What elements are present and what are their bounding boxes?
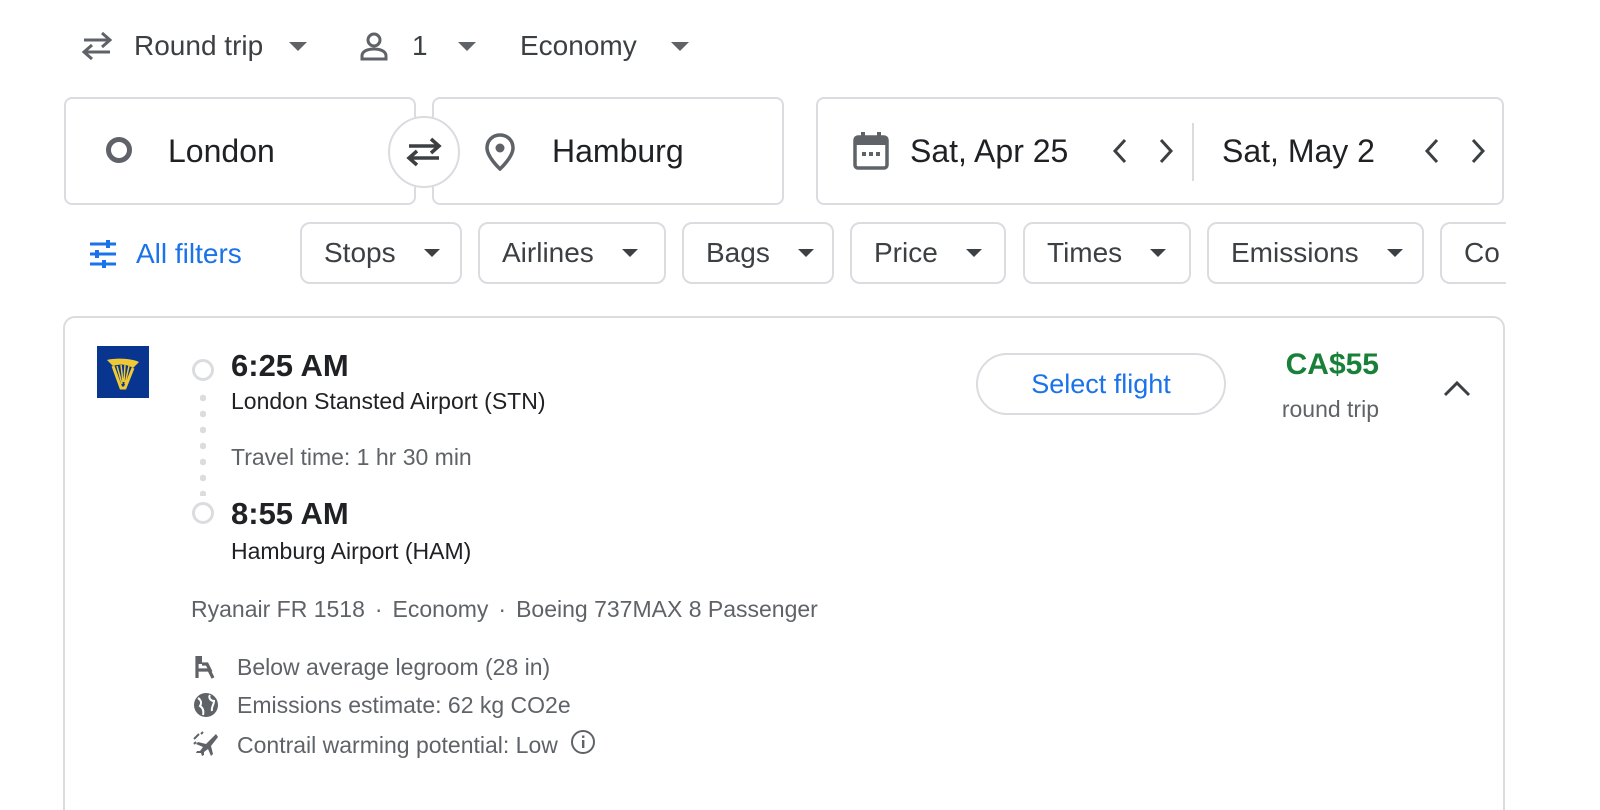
- chevron-down-icon: [423, 249, 440, 257]
- passenger-count-dropdown[interactable]: 1: [358, 22, 476, 70]
- contrail-info: Contrail warming potential: Low: [191, 730, 596, 760]
- swap-locations-button[interactable]: [388, 116, 460, 188]
- location-pin-icon: [484, 133, 516, 176]
- details-separator: ·: [374, 596, 383, 622]
- person-icon: [358, 30, 390, 62]
- origin-input[interactable]: London: [64, 97, 416, 205]
- departure-date[interactable]: Sat, Apr 25: [910, 99, 1068, 203]
- filter-chip-label: Stops: [324, 237, 396, 268]
- emissions-text: Emissions estimate: 62 kg CO2e: [237, 691, 571, 718]
- airplane-contrail-icon: [191, 730, 221, 760]
- calendar-icon: [852, 131, 890, 176]
- chevron-left-icon: [1112, 138, 1127, 164]
- flight-number: Ryanair FR 1518: [191, 596, 365, 622]
- contrail-text: Contrail warming potential: Low: [237, 731, 558, 758]
- flight-cabin: Economy: [392, 596, 489, 622]
- tune-sliders-icon: [88, 239, 118, 269]
- arrival-airport: Hamburg Airport (HAM): [231, 538, 472, 564]
- legroom-text: Below average legroom (28 in): [237, 653, 551, 680]
- chevron-down-icon: [797, 249, 814, 257]
- legroom-info: Below average legroom (28 in): [191, 652, 550, 682]
- timeline-end-dot: [192, 502, 214, 524]
- departure-time: 6:25 AM: [231, 348, 349, 383]
- filter-chip-bags[interactable]: Bags: [682, 222, 834, 284]
- origin-value: London: [168, 132, 275, 169]
- chevron-down-icon: [289, 41, 308, 51]
- ryanair-harp-icon: [107, 358, 139, 390]
- timeline-connector: [200, 390, 206, 496]
- destination-value: Hamburg: [552, 132, 684, 169]
- chevron-down-icon: [1150, 249, 1167, 257]
- filter-chip-price[interactable]: Price: [850, 222, 1006, 284]
- filter-chip-label: Bags: [706, 237, 770, 268]
- chevron-down-icon: [457, 41, 476, 51]
- flight-price: CA$55: [1285, 348, 1379, 381]
- chevron-down-icon: [965, 249, 982, 257]
- departure-airport: London Stansted Airport (STN): [231, 388, 546, 414]
- chevron-up-icon: [1443, 380, 1471, 397]
- all-filters-button[interactable]: All filters: [88, 232, 242, 276]
- trip-type-dropdown[interactable]: Round trip: [80, 22, 308, 70]
- cabin-class-dropdown[interactable]: Economy: [520, 22, 689, 70]
- filter-chip-label: Co: [1464, 237, 1500, 268]
- all-filters-label: All filters: [136, 238, 242, 269]
- swap-arrows-icon: [403, 135, 445, 169]
- trip-type-label: Round trip: [134, 30, 264, 61]
- select-flight-button[interactable]: Select flight: [976, 353, 1226, 415]
- airline-logo: [97, 346, 149, 398]
- aircraft-type: Boeing 737MAX 8 Passenger: [516, 596, 818, 622]
- price-subtitle: round trip: [1281, 396, 1379, 422]
- chevron-right-icon: [1159, 138, 1174, 164]
- chevron-left-icon: [1424, 138, 1439, 164]
- flight-result-card[interactable]: 6:25 AM London Stansted Airport (STN) Tr…: [63, 316, 1505, 810]
- filter-chip-label: Emissions: [1231, 237, 1359, 268]
- origin-circle-icon: [106, 137, 132, 163]
- return-next-day-button[interactable]: [1460, 133, 1496, 169]
- flight-details: Ryanair FR 1518 · Economy · Boeing 737MA…: [191, 596, 818, 623]
- return-previous-day-button[interactable]: [1414, 133, 1450, 169]
- swap-arrows-icon: [80, 31, 114, 61]
- globe-icon: [191, 690, 221, 720]
- passenger-count-label: 1: [412, 30, 428, 61]
- filter-chip-times[interactable]: Times: [1023, 222, 1191, 284]
- chevron-down-icon: [670, 41, 689, 51]
- departure-next-day-button[interactable]: [1148, 133, 1184, 169]
- info-icon[interactable]: [570, 729, 596, 761]
- filter-chip-label: Price: [874, 237, 938, 268]
- filter-chip-label: Times: [1047, 237, 1123, 268]
- travel-time: Travel time: 1 hr 30 min: [231, 444, 472, 470]
- date-picker[interactable]: Sat, Apr 25 Sat, May 2: [816, 97, 1504, 205]
- emissions-info: Emissions estimate: 62 kg CO2e: [191, 690, 571, 720]
- filter-chip-stops[interactable]: Stops: [300, 222, 462, 284]
- departure-previous-day-button[interactable]: [1102, 133, 1138, 169]
- return-date[interactable]: Sat, May 2: [1222, 99, 1375, 203]
- collapse-details-button[interactable]: [1439, 374, 1475, 404]
- chevron-down-icon: [621, 249, 638, 257]
- seat-icon: [191, 652, 221, 682]
- date-divider: [1192, 123, 1194, 181]
- arrival-time: 8:55 AM: [231, 496, 349, 531]
- timeline-start-dot: [192, 359, 214, 381]
- destination-input[interactable]: Hamburg: [432, 97, 784, 205]
- chevron-down-icon: [1386, 249, 1403, 257]
- filter-chip-connecting[interactable]: Co: [1440, 222, 1506, 284]
- filter-chip-emissions[interactable]: Emissions: [1207, 222, 1424, 284]
- details-separator: ·: [498, 596, 507, 622]
- chevron-right-icon: [1471, 138, 1486, 164]
- filter-chip-label: Airlines: [502, 237, 594, 268]
- filter-chip-airlines[interactable]: Airlines: [478, 222, 666, 284]
- cabin-class-label: Economy: [520, 30, 637, 61]
